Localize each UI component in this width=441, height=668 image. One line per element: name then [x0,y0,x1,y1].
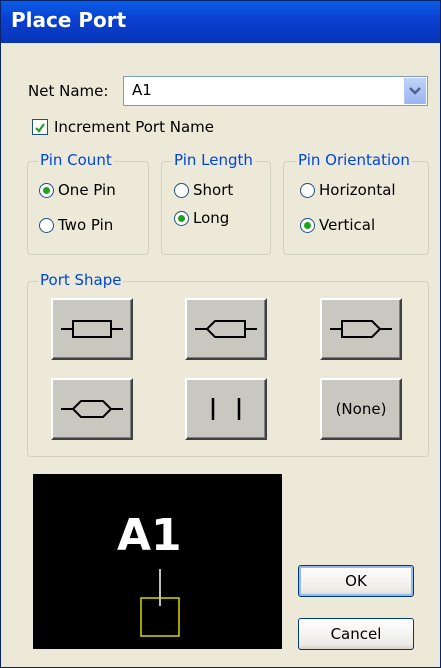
shape-button-right-arrow[interactable] [320,298,402,360]
pin-count-legend: Pin Count [38,151,114,169]
cancel-button[interactable]: Cancel [298,618,414,650]
short-label: Short [193,181,234,199]
radio-dot[interactable] [39,183,54,198]
none-label: (None) [335,400,387,418]
bars-port-icon [211,398,241,420]
shape-button-left-arrow[interactable] [185,298,267,360]
checkmark-icon [35,123,45,133]
radio-vertical[interactable]: Vertical [300,216,375,234]
left-arrow-port-icon [195,320,257,338]
port-preview: A1 [33,474,282,649]
chevron-down-icon[interactable] [404,78,426,104]
long-label: Long [193,209,230,227]
increment-port-name-label: Increment Port Name [54,118,214,136]
window-title: Place Port [11,8,127,32]
box-port-icon [61,320,123,338]
pin-orientation-legend: Pin Orientation [296,151,412,169]
radio-short[interactable]: Short [174,181,233,199]
shape-button-box[interactable] [51,298,133,360]
two-pin-label: Two Pin [58,216,114,234]
radio-dot[interactable] [174,211,189,226]
title-bar[interactable]: Place Port [1,1,440,43]
right-arrow-port-icon [330,320,392,338]
pin-length-group: Pin Length [161,151,271,255]
horizontal-label: Horizontal [319,181,396,199]
shape-button-none[interactable]: (None) [320,378,402,440]
pin-orientation-group: Pin Orientation [283,151,429,255]
port-shape-legend: Port Shape [38,271,124,289]
shape-button-bars[interactable] [185,378,267,440]
increment-port-name-checkbox[interactable] [32,119,48,135]
port-preview-graphic [140,569,180,637]
net-name-combobox[interactable]: A1 [123,76,428,106]
shape-button-hexagon[interactable] [51,378,133,440]
hexagon-port-icon [61,400,123,418]
radio-dot[interactable] [300,218,315,233]
one-pin-label: One Pin [58,181,116,199]
vertical-label: Vertical [319,216,376,234]
place-port-dialog: Place Port Net Name: A1 Increment Port N… [0,0,441,668]
radio-horizontal[interactable]: Horizontal [300,181,396,199]
net-name-value: A1 [132,81,152,99]
ok-button[interactable]: OK [298,565,414,597]
radio-one-pin[interactable]: One Pin [39,181,116,199]
radio-dot[interactable] [300,183,315,198]
radio-two-pin[interactable]: Two Pin [39,216,113,234]
net-name-label: Net Name: [28,82,109,100]
radio-dot[interactable] [174,183,189,198]
radio-long[interactable]: Long [174,209,229,227]
pin-length-legend: Pin Length [172,151,255,169]
radio-dot[interactable] [39,218,54,233]
pin-count-group: Pin Count [27,151,149,255]
